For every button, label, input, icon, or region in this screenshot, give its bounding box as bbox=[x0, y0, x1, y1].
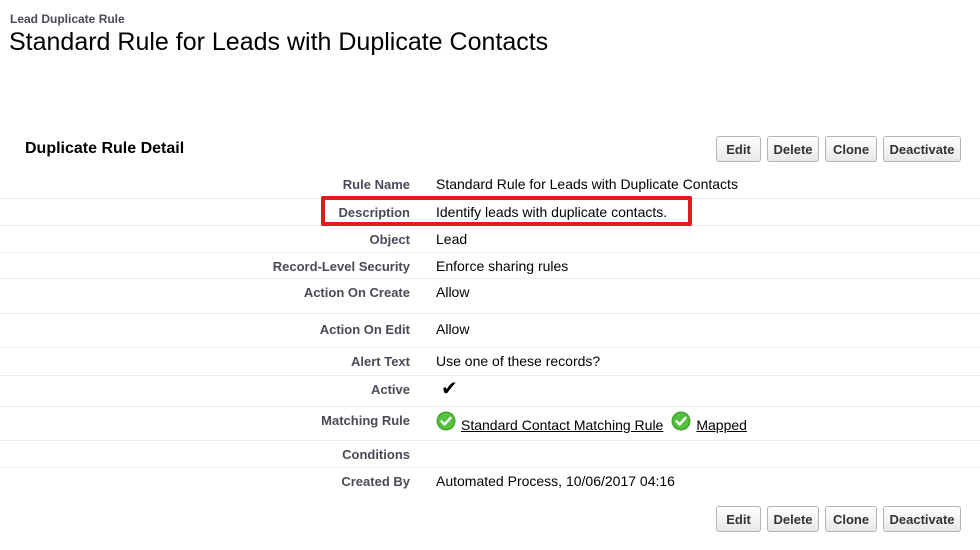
clone-button[interactable]: Clone bbox=[825, 136, 877, 162]
edit-button-bottom[interactable]: Edit bbox=[716, 506, 761, 532]
object-label: Object bbox=[369, 232, 410, 247]
record-security-value: Enforce sharing rules bbox=[436, 258, 569, 274]
created-by-label: Created By bbox=[341, 474, 410, 489]
conditions-label: Conditions bbox=[342, 447, 410, 462]
row-description: Description Identify leads with duplicat… bbox=[0, 199, 980, 226]
row-active: Active ✔ bbox=[0, 376, 980, 407]
page-title: Standard Rule for Leads with Duplicate C… bbox=[9, 28, 549, 56]
detail-table: Rule Name Standard Rule for Leads with D… bbox=[0, 171, 980, 496]
row-action-on-create: Action On Create Allow bbox=[0, 279, 980, 314]
delete-button-bottom[interactable]: Delete bbox=[767, 506, 819, 532]
created-by-value: Automated Process, 10/06/2017 04:16 bbox=[436, 473, 675, 489]
record-security-label: Record-Level Security bbox=[272, 259, 410, 274]
matching-rule-label: Matching Rule bbox=[321, 413, 410, 428]
action-on-edit-value: Allow bbox=[436, 321, 470, 337]
row-object: Object Lead bbox=[0, 226, 980, 253]
page-type-label: Lead Duplicate Rule bbox=[10, 12, 125, 26]
deactivate-button[interactable]: Deactivate bbox=[883, 136, 961, 162]
object-value: Lead bbox=[436, 231, 468, 247]
mapped-check-icon bbox=[671, 411, 691, 431]
action-on-create-label: Action On Create bbox=[303, 285, 410, 300]
active-value: ✔ bbox=[441, 379, 458, 399]
matching-rule-value: Standard Contact Matching Rule Mapped bbox=[436, 411, 747, 433]
success-check-icon bbox=[436, 411, 456, 431]
row-created-by: Created By Automated Process, 10/06/2017… bbox=[0, 468, 980, 496]
row-alert-text: Alert Text Use one of these records? bbox=[0, 348, 980, 376]
row-rule-name: Rule Name Standard Rule for Leads with D… bbox=[0, 171, 980, 199]
active-label: Active bbox=[370, 382, 410, 397]
edit-button[interactable]: Edit bbox=[716, 136, 761, 162]
row-matching-rule: Matching Rule Standard Contact Matching … bbox=[0, 407, 980, 441]
rule-name-value: Standard Rule for Leads with Duplicate C… bbox=[436, 176, 738, 192]
delete-button[interactable]: Delete bbox=[767, 136, 819, 162]
mapped-link[interactable]: Mapped bbox=[696, 417, 747, 433]
action-on-edit-label: Action On Edit bbox=[319, 322, 410, 337]
action-on-create-value: Allow bbox=[436, 284, 470, 300]
matching-rule-link[interactable]: Standard Contact Matching Rule bbox=[461, 417, 663, 433]
row-action-on-edit: Action On Edit Allow bbox=[0, 314, 980, 348]
deactivate-button-bottom[interactable]: Deactivate bbox=[883, 506, 961, 532]
active-checkmark-icon: ✔ bbox=[441, 378, 458, 400]
alert-text-value: Use one of these records? bbox=[436, 353, 601, 369]
clone-button-bottom[interactable]: Clone bbox=[825, 506, 877, 532]
alert-text-label: Alert Text bbox=[351, 354, 410, 369]
row-conditions: Conditions bbox=[0, 441, 980, 468]
row-record-security: Record-Level Security Enforce sharing ru… bbox=[0, 253, 980, 279]
section-title: Duplicate Rule Detail bbox=[25, 140, 185, 157]
description-label: Description bbox=[338, 205, 410, 220]
description-value: Identify leads with duplicate contacts. bbox=[436, 204, 668, 220]
bottom-button-row: Edit Delete Clone Deactivate bbox=[716, 506, 961, 532]
top-button-row: Edit Delete Clone Deactivate bbox=[716, 136, 961, 162]
rule-name-label: Rule Name bbox=[342, 177, 410, 192]
